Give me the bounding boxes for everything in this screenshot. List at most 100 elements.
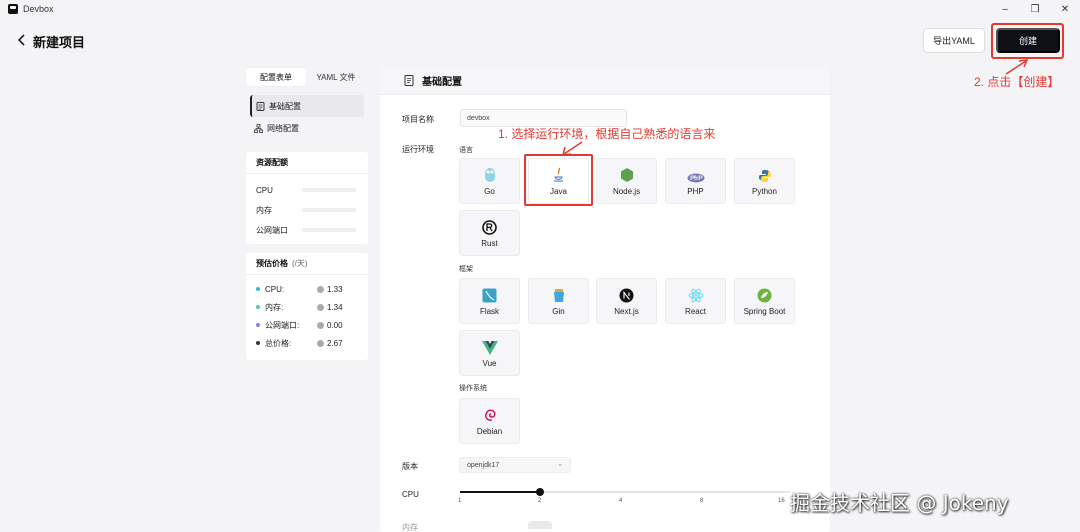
nav-item-label: 网络配置	[267, 123, 299, 133]
coin-icon	[317, 303, 324, 311]
maximize-button[interactable]: ❐	[1020, 0, 1050, 18]
port-dot	[256, 323, 260, 327]
cpu-slider-thumb[interactable]	[536, 488, 544, 496]
resource-label: CPU	[256, 185, 273, 195]
annotation-step2: 2. 点击【创建】	[974, 75, 1060, 89]
framework-label: 框架	[459, 266, 473, 273]
memory-dot	[256, 305, 260, 309]
framework-tile-spring-boot[interactable]: Spring Boot	[734, 278, 795, 324]
resource-label: 公网端口	[256, 225, 288, 235]
price-label: CPU:	[265, 284, 285, 294]
coin-icon	[317, 339, 324, 347]
price-title-text: 预估价格	[256, 259, 288, 268]
coin-icon	[317, 321, 324, 329]
nextjs-icon	[619, 288, 634, 303]
price-estimate-title: 预估价格 (/天)	[246, 253, 368, 275]
version-select[interactable]: openjdk17 ⌄	[459, 457, 571, 473]
document-icon	[404, 74, 414, 86]
price-value: 1.34	[327, 302, 343, 312]
nav-item-label: 基础配置	[269, 101, 301, 111]
runtime-tile-rust[interactable]: Rust	[459, 210, 520, 256]
tile-label: Go	[484, 187, 495, 196]
framework-tile-react[interactable]: React	[665, 278, 726, 324]
tab-yaml-file[interactable]: YAML 文件	[306, 68, 366, 86]
page-title: 新建项目	[33, 35, 86, 50]
runtime-tile-python[interactable]: Python	[734, 158, 795, 204]
tile-label: Rust	[481, 239, 498, 248]
os-tile-debian[interactable]: Debian	[459, 398, 520, 444]
vue-icon	[481, 341, 498, 355]
tile-label: Spring Boot	[743, 307, 786, 316]
export-yaml-button[interactable]: 导出YAML	[923, 28, 985, 53]
runtime-tile-nodejs[interactable]: Node.js	[596, 158, 657, 204]
watermark: 掘金技术社区 @ Jokeny	[790, 491, 1009, 515]
go-icon	[484, 168, 495, 182]
tile-label: Flask	[479, 307, 500, 316]
cpu-tick: 2	[538, 498, 542, 504]
price-row-total: 总价格: 2.67	[246, 334, 368, 352]
document-icon	[256, 101, 265, 111]
tile-label: PHP	[687, 187, 704, 196]
tile-label: Debian	[476, 427, 503, 436]
language-label: 语言	[459, 147, 473, 154]
os-label: 操作系统	[459, 385, 487, 392]
runtime-tile-php[interactable]: PHP	[665, 158, 726, 204]
price-row-memory: 内存: 1.34	[246, 298, 368, 316]
rust-icon	[482, 220, 497, 235]
cpu-tick: 16	[778, 498, 785, 504]
resource-bar	[302, 208, 356, 212]
nav-item-basic-config[interactable]: 基础配置	[250, 95, 364, 117]
scroll-handle[interactable]	[528, 521, 552, 529]
price-label: 内存:	[265, 302, 284, 312]
annotation-step1: 1. 选择运行环境，根据自己熟悉的语言来	[498, 127, 716, 141]
debian-icon	[484, 409, 495, 421]
price-row-cpu: CPU: 1.33	[246, 280, 368, 298]
close-button[interactable]: ✕	[1050, 0, 1080, 18]
spring-boot-icon	[757, 288, 772, 303]
cpu-dot	[256, 287, 260, 291]
framework-tile-nextjs[interactable]: Next.js	[596, 278, 657, 324]
react-icon	[688, 288, 703, 303]
project-name-label: 项目名称	[402, 115, 434, 124]
tile-label: Vue	[482, 359, 497, 368]
price-value: 2.67	[327, 338, 343, 348]
resource-label: 内存	[256, 205, 272, 215]
coin-icon	[317, 285, 324, 293]
memory-label: 内存	[402, 523, 418, 532]
framework-tile-vue[interactable]: Vue	[459, 330, 520, 376]
version-value: openjdk17	[467, 461, 500, 469]
chevron-down-icon: ⌄	[557, 461, 563, 468]
flask-icon	[482, 288, 497, 303]
python-icon	[758, 170, 771, 182]
price-row-port: 公网端口: 0.00	[246, 316, 368, 334]
minimize-button[interactable]: –	[990, 0, 1020, 18]
cpu-tick: 4	[619, 498, 623, 504]
section-nav: 基础配置 网络配置	[246, 95, 368, 143]
total-dot	[256, 341, 260, 345]
resource-quota-title: 资源配额	[246, 152, 368, 174]
network-icon	[254, 123, 263, 133]
php-icon	[687, 173, 704, 183]
tab-config-form[interactable]: 配置表单	[246, 68, 306, 86]
title-bar: Devbox – ❐ ✕	[0, 0, 1080, 18]
price-label: 总价格:	[265, 338, 292, 348]
nav-item-network-config[interactable]: 网络配置	[246, 117, 368, 139]
section-header: 基础配置	[380, 66, 830, 95]
basic-config-panel: 基础配置 项目名称 1. 选择运行环境，根据自己熟悉的语言来 运行环境 语言 G…	[380, 66, 830, 532]
devbox-app-icon	[8, 4, 18, 14]
create-button[interactable]: 创建	[996, 28, 1060, 53]
framework-tile-gin[interactable]: Gin	[528, 278, 589, 324]
price-label: 公网端口:	[265, 320, 300, 330]
resource-row-cpu: CPU	[246, 180, 368, 200]
cpu-label: CPU	[402, 490, 419, 499]
tile-label: Python	[752, 187, 777, 196]
price-value: 0.00	[327, 320, 343, 330]
tile-label: Next.js	[614, 307, 639, 316]
window-title: Devbox	[23, 4, 54, 14]
runtime-tile-go[interactable]: Go	[459, 158, 520, 204]
resource-bar	[302, 188, 356, 192]
framework-tile-flask[interactable]: Flask	[459, 278, 520, 324]
tile-label: Gin	[552, 307, 565, 316]
resource-row-port: 公网端口	[246, 220, 368, 240]
back-arrow-icon[interactable]	[14, 32, 30, 48]
